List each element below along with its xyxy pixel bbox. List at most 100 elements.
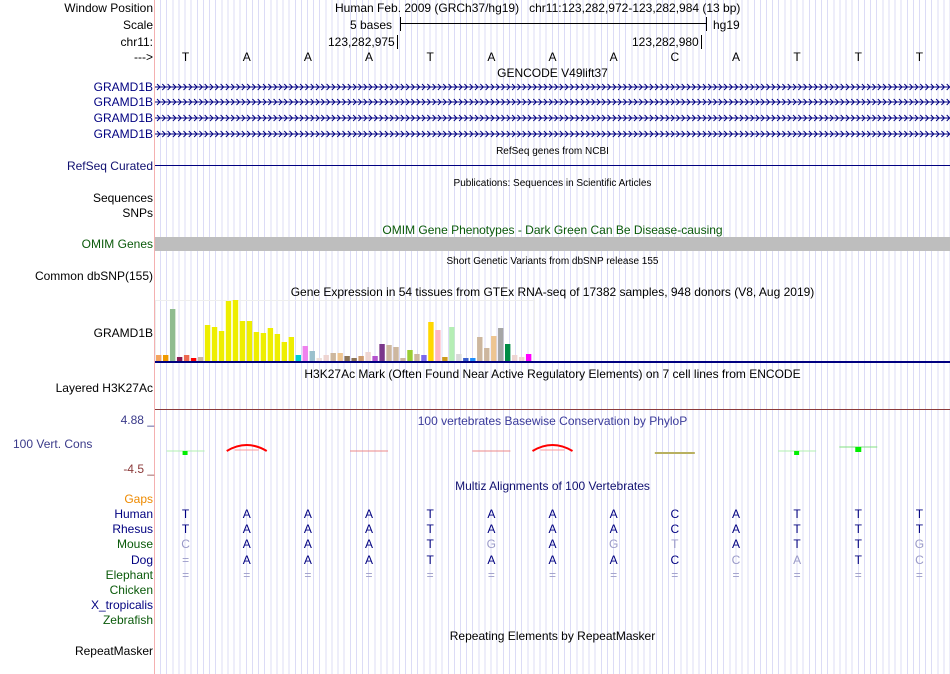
gtex-tissue-bar[interactable] (393, 347, 399, 361)
gtex-tissue-bar[interactable] (190, 358, 197, 361)
species-label[interactable]: Zebrafish (103, 613, 153, 627)
gtex-tissue-bar[interactable] (288, 337, 295, 361)
gtex-tissue-bar[interactable] (267, 328, 274, 361)
gtex-tissue-bar[interactable] (246, 321, 253, 361)
gtex-tissue-bar[interactable] (477, 337, 483, 361)
gtex-tissue-bar[interactable] (281, 342, 288, 361)
gtex-tissue-bar[interactable] (344, 356, 350, 361)
gtex-tissue-bar[interactable] (414, 354, 420, 361)
gtex-tissue-bar[interactable] (274, 334, 281, 361)
gtex-tissue-bar[interactable] (442, 357, 448, 361)
gtex-tissue-bar[interactable] (309, 351, 315, 361)
gene-strand-arrows[interactable] (155, 114, 950, 122)
gtex-tissue-bar[interactable] (358, 356, 364, 361)
omim-title[interactable]: OMIM Gene Phenotypes - Dark Green Can Be… (155, 223, 950, 237)
gtex-tissue-bar[interactable] (518, 357, 525, 361)
refseq-title[interactable]: RefSeq genes from NCBI (155, 145, 950, 159)
sequences-label[interactable]: Sequences (93, 191, 153, 205)
gtex-tissue-bar[interactable] (156, 355, 162, 361)
omim-label[interactable]: OMIM Genes (82, 237, 153, 251)
chrom-label[interactable]: chr11: (121, 35, 153, 49)
gtex-tissue-bar[interactable] (449, 327, 455, 361)
refseq-gene-line[interactable] (155, 165, 950, 166)
gtex-tissue-bar[interactable] (428, 322, 434, 361)
gtex-tissue-bar[interactable] (470, 358, 476, 361)
gtex-tissue-bar[interactable] (169, 309, 176, 361)
dbsnp-title[interactable]: Short Genetic Variants from dbSNP releas… (155, 255, 950, 269)
gtex-tissue-bar[interactable] (204, 325, 211, 361)
repeatmasker-title[interactable]: Repeating Elements by RepeatMasker (155, 629, 950, 643)
genome-browser-image[interactable]: Window Position Scale chr11: ---> Human … (0, 0, 950, 674)
snps-label[interactable]: SNPs (122, 206, 153, 220)
gtex-tissue-bar[interactable] (365, 352, 371, 361)
gtex-tissue-bar[interactable] (232, 300, 239, 361)
repeatmasker-label[interactable]: RepeatMasker (75, 644, 153, 658)
gtex-tissue-bar[interactable] (302, 346, 308, 361)
publications-title[interactable]: Publications: Sequences in Scientific Ar… (155, 177, 950, 191)
gtex-tissue-bar[interactable] (260, 333, 267, 361)
gtex-label[interactable]: GRAMD1B (94, 326, 153, 340)
gtex-tissue-bar[interactable] (498, 328, 504, 361)
window-position-label[interactable]: Window Position (64, 1, 153, 15)
gtex-tissue-bar[interactable] (316, 358, 322, 361)
species-label[interactable]: Rhesus (112, 522, 153, 536)
gtex-tissue-bar[interactable] (225, 301, 232, 361)
gene-strand-arrows[interactable] (155, 83, 950, 91)
gtex-tissue-bar[interactable] (211, 327, 218, 361)
gtex-tissue-bar[interactable] (379, 344, 385, 361)
gtex-tissue-bar[interactable] (183, 355, 190, 361)
gtex-tissue-bar[interactable] (484, 348, 490, 361)
gtex-tissue-bar[interactable] (253, 332, 260, 361)
gene-strand-arrows[interactable] (155, 130, 950, 138)
gtex-tissue-bar[interactable] (197, 357, 204, 361)
gene-strand-arrows[interactable] (155, 98, 950, 106)
gtex-tissue-bar[interactable] (386, 345, 392, 361)
species-label[interactable]: Human (114, 507, 153, 521)
gtex-tissue-bar[interactable] (372, 356, 378, 361)
multiz-title[interactable]: Multiz Alignments of 100 Vertebrates (155, 479, 950, 493)
gtex-tissue-bar[interactable] (525, 354, 532, 361)
omim-gene-bar[interactable] (155, 237, 950, 251)
gtex-tissue-bar[interactable] (400, 358, 406, 361)
species-label[interactable]: Mouse (117, 537, 153, 551)
gene-label[interactable]: GRAMD1B (94, 95, 153, 109)
gtex-bar-chart[interactable] (155, 298, 950, 364)
phylop-title[interactable]: 100 vertebrates Basewise Conservation by… (155, 414, 950, 428)
species-label[interactable]: Elephant (106, 568, 153, 582)
dbsnp-label[interactable]: Common dbSNP(155) (35, 269, 153, 283)
gtex-tissue-bar[interactable] (162, 355, 169, 361)
gtex-tissue-bar[interactable] (456, 354, 462, 361)
gtex-tissue-bar[interactable] (421, 355, 427, 361)
gtex-tissue-bar[interactable] (218, 331, 225, 361)
strand-label[interactable]: ---> (134, 50, 153, 64)
gtex-tissue-bar[interactable] (511, 355, 518, 361)
gtex-tissue-bar[interactable] (323, 355, 329, 361)
gtex-tissue-bar[interactable] (330, 353, 336, 361)
gene-label[interactable]: GRAMD1B (94, 127, 153, 141)
gtex-tissue-bar[interactable] (176, 357, 183, 361)
phylop-track[interactable] (155, 435, 950, 465)
phylop-label[interactable]: 100 Vert. Cons (13, 437, 92, 451)
gtex-tissue-bar[interactable] (337, 353, 343, 361)
gtex-tissue-bar[interactable] (351, 358, 357, 361)
refseq-label[interactable]: RefSeq Curated (67, 159, 153, 173)
gene-label[interactable]: GRAMD1B (94, 80, 153, 94)
species-label[interactable]: Dog (131, 553, 153, 567)
gtex-tissue-bar[interactable] (463, 358, 469, 361)
gtex-tissue-bar[interactable] (407, 350, 413, 361)
gtex-tissue-bar[interactable] (435, 330, 441, 361)
gtex-title[interactable]: Gene Expression in 54 tissues from GTEx … (155, 285, 950, 299)
gtex-tissue-bar[interactable] (491, 336, 497, 361)
h3k27ac-label[interactable]: Layered H3K27Ac (56, 381, 153, 395)
gaps-label[interactable]: Gaps (124, 492, 153, 506)
gencode-title[interactable]: GENCODE V49lift37 (155, 66, 950, 80)
gene-label[interactable]: GRAMD1B (94, 111, 153, 125)
gtex-tissue-bar[interactable] (295, 355, 301, 361)
gencode-gene-tracks[interactable] (155, 80, 950, 142)
scale-label[interactable]: Scale (123, 18, 153, 32)
species-label[interactable]: X_tropicalis (91, 598, 153, 612)
gtex-tissue-bar[interactable] (505, 344, 511, 361)
h3k27ac-title[interactable]: H3K27Ac Mark (Often Found Near Active Re… (155, 367, 950, 381)
species-label[interactable]: Chicken (110, 583, 153, 597)
gtex-tissue-bar[interactable] (239, 321, 246, 361)
